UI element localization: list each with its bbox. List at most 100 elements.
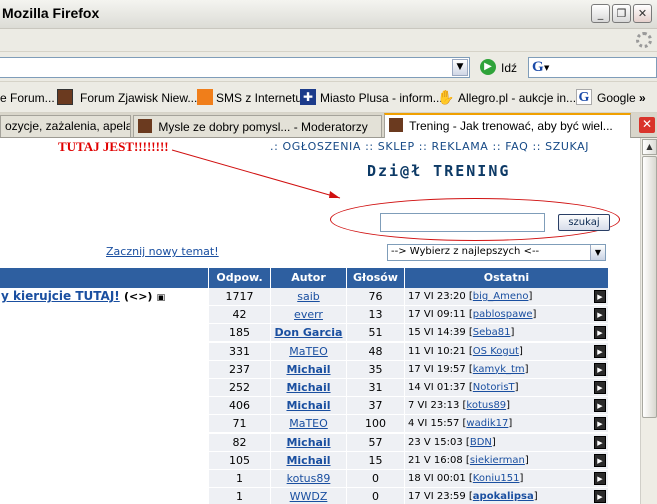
- last-post-time: 23 V 15:03: [408, 436, 463, 448]
- topic-link[interactable]: y kierujcie TUTAJ! (<>) ▣: [1, 288, 166, 305]
- camera-icon: ▣: [156, 293, 166, 303]
- votes-cell: 31: [346, 379, 404, 397]
- author-link[interactable]: Michail: [270, 397, 346, 416]
- last-post-user-link[interactable]: wadik17: [466, 418, 508, 429]
- best-topics-value: --> Wybierz z najlepszych <--: [391, 246, 540, 257]
- search-engine-box[interactable]: G ▼: [528, 57, 657, 78]
- chevron-down-icon[interactable]: ▼: [590, 245, 605, 260]
- window-title: Mozilla Firefox: [2, 5, 100, 21]
- last-post-cell: 21 V 16:08 [siekierman] ▶: [404, 451, 608, 470]
- bookmarks-toolbar: e Forum... Forum Zjawisk Niew... SMS z I…: [0, 82, 657, 113]
- last-post-user-link[interactable]: NotorisT: [473, 382, 515, 393]
- go-to-last-icon[interactable]: ▶: [594, 417, 606, 431]
- topic-title[interactable]: y kierujcie TUTAJ!: [1, 289, 120, 303]
- close-window-button[interactable]: ✕: [633, 4, 652, 23]
- author-link[interactable]: kotus89: [270, 470, 346, 488]
- scroll-up-icon[interactable]: ▲: [642, 139, 657, 155]
- last-post-user-link[interactable]: OS Kogut: [473, 346, 519, 357]
- minimize-button[interactable]: _: [591, 4, 610, 23]
- go-to-last-icon[interactable]: ▶: [594, 472, 606, 485]
- site-icon: [57, 89, 73, 105]
- author-link[interactable]: Michail: [270, 360, 346, 379]
- search-engine-dropdown-icon[interactable]: ▼: [544, 64, 549, 72]
- go-to-last-icon[interactable]: ▶: [594, 435, 606, 449]
- author-link[interactable]: Michail: [270, 379, 346, 397]
- replies-cell: 406: [208, 397, 270, 416]
- tab-trening[interactable]: Trening - Jak trenować, aby być wiel...: [384, 113, 631, 138]
- bookmarks-overflow-icon[interactable]: »: [639, 91, 646, 105]
- search-button[interactable]: szukaj: [558, 214, 610, 231]
- topic-cell: y kierujcie TUTAJ! (<>) ▣: [0, 288, 208, 306]
- url-bar[interactable]: ▼: [0, 57, 470, 78]
- author-link[interactable]: Don Garcia: [270, 324, 346, 343]
- bookmark-item-allegro[interactable]: Allegro.pl - aukcje in...: [458, 91, 576, 105]
- author-link[interactable]: everr: [270, 306, 346, 325]
- last-post-user-link[interactable]: pablospawe: [473, 309, 533, 320]
- table-row: 237 Michail 35 17 VI 19:57 [kamyk_tm] ▶: [0, 360, 640, 379]
- new-topic-link[interactable]: Zacznij nowy temat!: [106, 245, 219, 258]
- best-topics-select[interactable]: --> Wybierz z najlepszych <-- ▼: [387, 244, 606, 261]
- search-input[interactable]: [380, 213, 545, 232]
- last-post-time: 17 VI 23:59: [408, 491, 466, 503]
- author-link[interactable]: WWDZ: [270, 488, 346, 504]
- bookmark-item-miasto-plusa[interactable]: Miasto Plusa - inform...: [320, 91, 443, 105]
- replies-cell: 1717: [208, 288, 270, 306]
- votes-cell: 76: [346, 288, 404, 306]
- go-to-last-icon[interactable]: ▶: [594, 381, 606, 394]
- orange-icon: [197, 89, 213, 105]
- last-post-user-link[interactable]: kamyk_tm: [473, 364, 525, 375]
- go-to-last-icon[interactable]: ▶: [594, 490, 606, 504]
- last-post-time: 7 VI 23:13: [408, 400, 460, 412]
- url-history-dropdown[interactable]: ▼: [452, 59, 468, 76]
- go-to-last-icon[interactable]: ▶: [594, 344, 606, 358]
- last-post-user-link[interactable]: apokalipsa: [473, 491, 534, 502]
- tab-moderatorzy[interactable]: Mysle ze dobry pomysl... - Moderatorzy: [133, 115, 382, 137]
- last-post-cell: 17 VI 23:20 [big_Ameno] ▶: [404, 288, 608, 306]
- last-post-user-link[interactable]: kotus89: [466, 400, 506, 411]
- last-post-cell: 14 VI 01:37 [NotorisT] ▶: [404, 379, 608, 397]
- go-icon[interactable]: ▶: [480, 59, 496, 75]
- last-post-user-link[interactable]: siekierman: [470, 455, 525, 466]
- go-to-last-icon[interactable]: ▶: [594, 290, 606, 303]
- go-to-last-icon[interactable]: ▶: [594, 308, 606, 322]
- replies-cell: 105: [208, 451, 270, 470]
- last-post-user-link[interactable]: Seba81: [473, 327, 511, 338]
- author-link[interactable]: Michail: [270, 433, 346, 452]
- author-link[interactable]: MaTEO: [270, 415, 346, 434]
- close-tab-icon[interactable]: ✕: [639, 117, 655, 133]
- last-post-user-link[interactable]: BDN: [470, 437, 492, 448]
- go-to-last-icon[interactable]: ▶: [594, 326, 606, 340]
- author-link[interactable]: saib: [270, 288, 346, 306]
- scrollbar-thumb[interactable]: [642, 156, 657, 418]
- header-replies: Odpow.: [208, 268, 270, 288]
- topic-cell: [0, 379, 208, 397]
- header-author: Autor: [270, 268, 346, 288]
- tab-zazalenia[interactable]: ozycje, zażalenia, apela...: [0, 115, 131, 137]
- bookmark-item-zjawisk[interactable]: Forum Zjawisk Niew...: [80, 91, 197, 105]
- author-link[interactable]: MaTEO: [270, 342, 346, 361]
- go-to-last-icon[interactable]: ▶: [594, 362, 606, 376]
- topic-extra: (<>): [123, 290, 153, 303]
- votes-cell: 35: [346, 360, 404, 379]
- tab-label: Trening - Jak trenować, aby być wiel...: [409, 119, 613, 133]
- bookmark-item-forum[interactable]: e Forum...: [0, 91, 55, 105]
- votes-cell: 37: [346, 397, 404, 416]
- last-post-user-link[interactable]: Koniu151: [473, 473, 520, 484]
- google-icon[interactable]: G: [532, 59, 544, 76]
- navigation-toolbar: ▼ ▶ Idź G ▼: [0, 52, 657, 82]
- last-post-time: 11 VI 10:21: [408, 345, 466, 357]
- topic-cell: [0, 415, 208, 434]
- author-link[interactable]: Michail: [270, 451, 346, 470]
- table-row: 71 MaTEO 100 4 VI 15:57 [wadik17] ▶: [0, 415, 640, 434]
- last-post-user-link[interactable]: big_Ameno: [473, 291, 529, 302]
- restore-button[interactable]: ❐: [612, 4, 631, 23]
- go-button-label[interactable]: Idź: [501, 61, 517, 75]
- vertical-scrollbar[interactable]: ▲: [640, 138, 657, 504]
- last-post-time: 17 VI 09:11: [408, 309, 466, 321]
- last-post-time: 18 VI 00:01: [408, 473, 466, 484]
- bookmark-item-sms[interactable]: SMS z Internetu: [216, 91, 302, 105]
- bookmark-item-google[interactable]: Google: [597, 91, 636, 105]
- go-to-last-icon[interactable]: ▶: [594, 453, 606, 467]
- go-to-last-icon[interactable]: ▶: [594, 399, 606, 413]
- tab-label: Mysle ze dobry pomysl... - Moderatorzy: [158, 120, 368, 134]
